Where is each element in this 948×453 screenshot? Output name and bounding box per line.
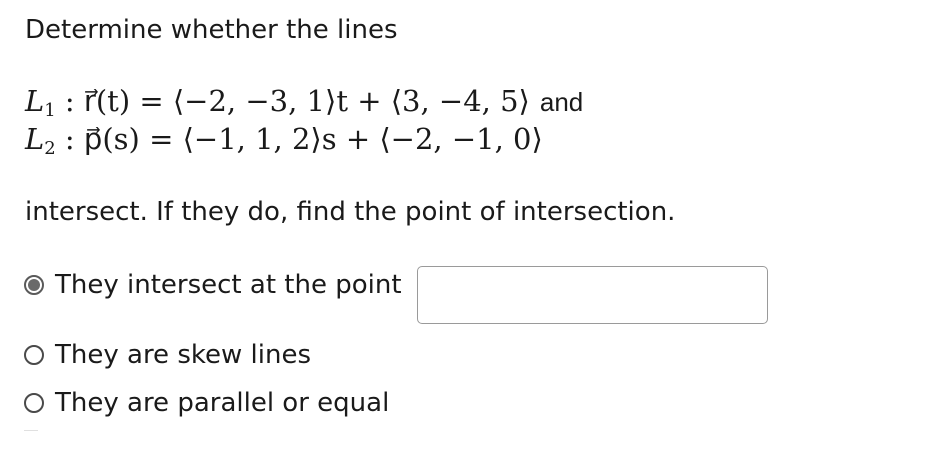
conjunction-text: and	[539, 87, 584, 117]
option-intersect[interactable]: They intersect at the point	[24, 270, 402, 300]
question-followup: intersect. If they do, find the point of…	[25, 197, 676, 227]
line-1-formula: : r⃗(t) = ⟨−2, −3, 1⟩t + ⟨3, −4, 5⟩	[55, 84, 530, 118]
radio-intersect[interactable]	[24, 275, 44, 295]
line-2-formula: : p⃗(s) = ⟨−1, 1, 2⟩s + ⟨−2, −1, 0⟩	[55, 122, 543, 156]
line-equations: L1 : r⃗(t) = ⟨−2, −3, 1⟩t + ⟨3, −4, 5⟩ an…	[25, 82, 584, 159]
question-prompt: Determine whether the lines	[25, 15, 398, 45]
line-1-equation: L1 : r⃗(t) = ⟨−2, −3, 1⟩t + ⟨3, −4, 5⟩ an…	[25, 82, 584, 121]
option-parallel-label: They are parallel or equal	[55, 388, 390, 418]
radio-parallel[interactable]	[24, 393, 44, 413]
line-2-name: L2	[25, 122, 56, 159]
option-intersect-label: They intersect at the point	[55, 270, 402, 300]
line-2-equation: L2 : p⃗(s) = ⟨−1, 1, 2⟩s + ⟨−2, −1, 0⟩	[25, 120, 583, 159]
line-1-name: L1	[25, 84, 56, 121]
intersection-point-input[interactable]	[417, 266, 768, 324]
option-skew[interactable]: They are skew lines	[24, 340, 311, 370]
radio-skew[interactable]	[24, 345, 44, 365]
divider	[24, 430, 38, 431]
option-parallel[interactable]: They are parallel or equal	[24, 388, 389, 418]
option-skew-label: They are skew lines	[55, 340, 311, 370]
